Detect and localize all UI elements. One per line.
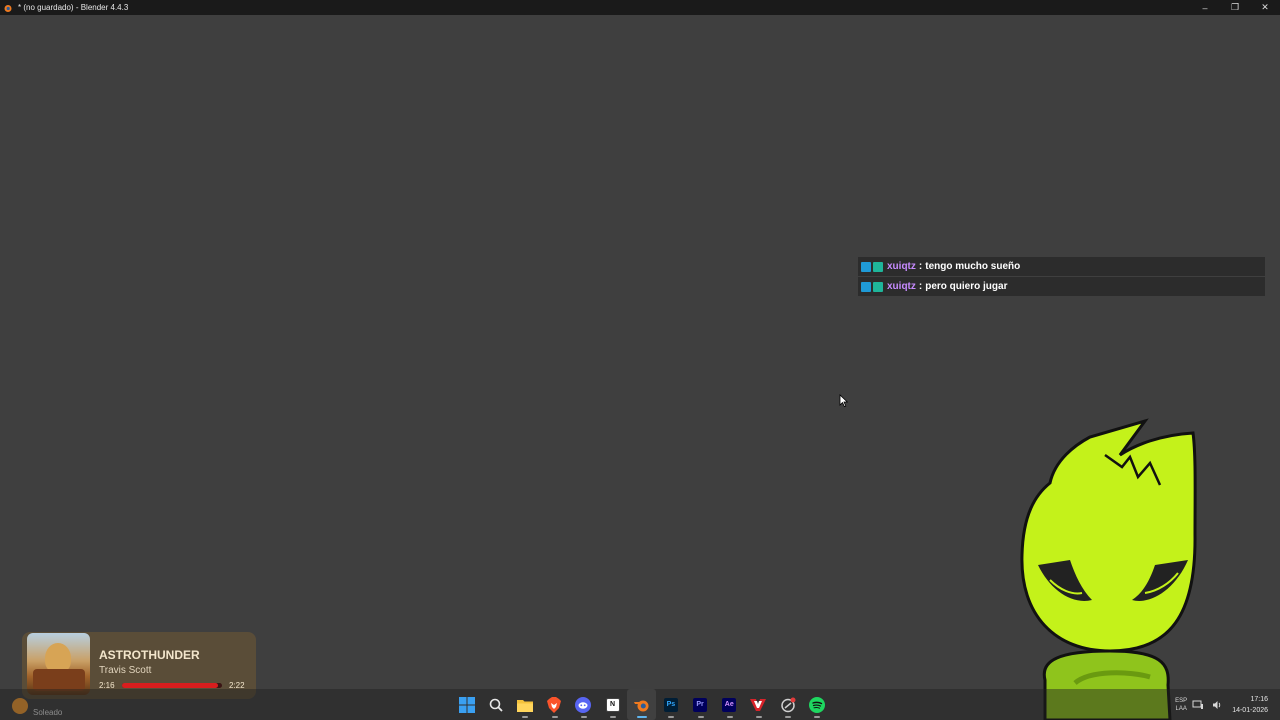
- language-indicator[interactable]: ESP LAA: [1174, 697, 1188, 713]
- chat-separator: :: [918, 281, 923, 292]
- language-code: ESP: [1175, 697, 1188, 704]
- premiere-icon: Pr: [693, 697, 708, 712]
- photoshop-label: Ps: [666, 701, 676, 708]
- search-button[interactable]: [481, 689, 510, 720]
- taskbar-app-circle[interactable]: [773, 689, 802, 720]
- taskbar-app-after-effects[interactable]: Ae: [715, 689, 744, 720]
- taskbar-app-blender[interactable]: [627, 689, 657, 720]
- chat-username: xuiqtz: [887, 281, 916, 292]
- spotify-icon: [808, 696, 825, 713]
- chat-message: xuiqtz : pero quiero jugar: [858, 277, 1265, 296]
- minimize-button[interactable]: –: [1190, 0, 1220, 15]
- search-icon: [489, 698, 503, 712]
- clock-date: 14-01-2026: [1232, 706, 1268, 714]
- file-explorer-icon: [516, 699, 533, 712]
- taskbar-app-spotify[interactable]: [802, 689, 831, 720]
- taskbar-app-photoshop[interactable]: Ps: [656, 689, 685, 720]
- chat-message: xuiqtz : tengo mucho sueño: [858, 257, 1265, 276]
- blender-logo-icon: [4, 4, 12, 12]
- chat-text: pero quiero jugar: [925, 281, 1008, 292]
- window-title: * (no guardado) - Blender 4.4.3: [18, 3, 129, 12]
- window-controls: – ❐ ✕: [1190, 0, 1280, 15]
- premiere-label: Pr: [696, 701, 704, 708]
- chat-username: xuiqtz: [887, 261, 916, 272]
- chat-overlay: xuiqtz : tengo mucho sueño xuiqtz : pero…: [858, 257, 1265, 297]
- taskbar-app-brave[interactable]: [540, 689, 569, 720]
- start-button[interactable]: [452, 689, 481, 720]
- clock-time: 17:16: [1250, 695, 1268, 703]
- taskbar-app-discord[interactable]: [569, 689, 598, 720]
- volume-icon[interactable]: [1212, 700, 1222, 710]
- close-button[interactable]: ✕: [1250, 0, 1280, 15]
- blender-icon: [633, 700, 649, 711]
- badge-icon: [873, 261, 883, 272]
- badge-icon: [861, 281, 871, 292]
- network-icon[interactable]: [1192, 700, 1204, 710]
- after-effects-label: Ae: [724, 701, 734, 708]
- badge-icon: [873, 281, 883, 292]
- track-artist: Travis Scott: [99, 665, 152, 676]
- notion-label: N: [610, 701, 616, 708]
- after-effects-icon: Ae: [722, 697, 737, 712]
- notion-icon: N: [605, 697, 620, 712]
- restore-button[interactable]: ❐: [1220, 0, 1250, 15]
- mascot-avatar: [1020, 418, 1197, 720]
- taskbar-app-file-explorer[interactable]: [510, 689, 539, 720]
- discord-icon: [575, 696, 592, 713]
- window-titlebar: * (no guardado) - Blender 4.4.3 – ❐ ✕: [0, 0, 1280, 15]
- taskbar-app-notion[interactable]: N: [598, 689, 627, 720]
- chat-separator: :: [918, 261, 923, 272]
- track-title: ASTROTHUNDER: [99, 648, 200, 662]
- badge-icon: [861, 261, 871, 272]
- taskbar-apps: N Ps Pr Ae: [452, 689, 831, 720]
- app-v-icon: [750, 698, 767, 711]
- app-circle-icon: [780, 697, 796, 712]
- taskbar-app-premiere[interactable]: Pr: [686, 689, 715, 720]
- chat-text: tengo mucho sueño: [925, 261, 1021, 272]
- brave-browser-icon: [547, 696, 562, 713]
- chat-badges: [861, 281, 883, 292]
- clock[interactable]: 17:16 14-01-2026: [1232, 694, 1268, 716]
- chat-badges: [861, 261, 883, 272]
- album-cover: [27, 633, 90, 695]
- taskbar-app-v[interactable]: [744, 689, 773, 720]
- progress-fill: [122, 683, 218, 688]
- start-icon: [458, 696, 475, 713]
- language-layout: LAA: [1175, 705, 1187, 712]
- photoshop-icon: Ps: [663, 697, 678, 712]
- progress-bar[interactable]: [122, 683, 222, 688]
- mouse-cursor-icon: [839, 394, 848, 408]
- system-tray: ESP LAA 17:16 14-01-2026: [1174, 689, 1280, 720]
